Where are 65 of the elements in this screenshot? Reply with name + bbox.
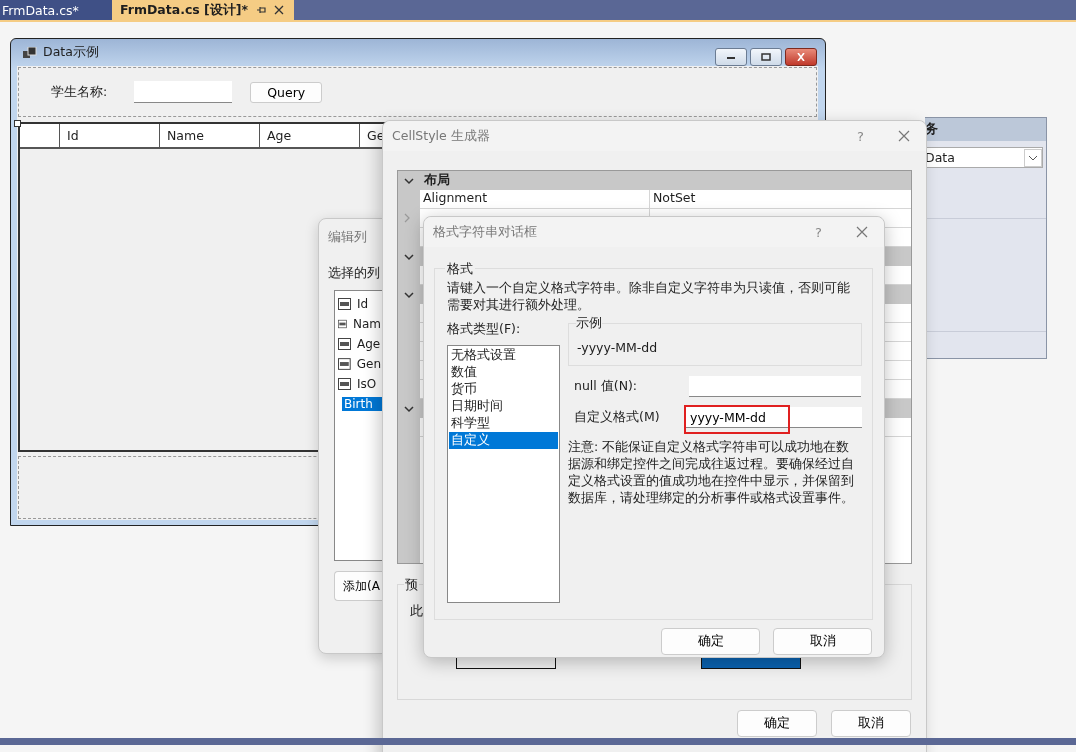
null-value-field[interactable] — [689, 376, 861, 397]
chevron-icon[interactable] — [404, 404, 414, 413]
close-button[interactable] — [785, 48, 817, 66]
name-field[interactable] — [134, 81, 233, 103]
chevron-icon[interactable] — [404, 252, 414, 261]
cancel-button[interactable]: 取消 — [831, 710, 911, 737]
property-name: Alignment — [420, 190, 650, 208]
query-button[interactable]: Query — [250, 81, 323, 103]
list-item[interactable]: 科学型 — [449, 415, 558, 432]
group-label: 预 — [404, 577, 419, 594]
window-title: Data示例 — [43, 44, 99, 61]
column-item[interactable]: Age — [355, 337, 383, 351]
minimize-icon[interactable] — [726, 54, 736, 60]
column-item[interactable]: Gen — [354, 357, 383, 371]
list-item[interactable]: 货币 — [449, 381, 558, 398]
text-column-icon — [338, 378, 351, 390]
close-icon[interactable] — [856, 226, 868, 238]
column-item[interactable]: IsO — [355, 377, 379, 391]
text-column-icon — [338, 338, 351, 350]
group-label: 格式 — [445, 261, 475, 278]
list-item[interactable]: 无格式设置 — [449, 347, 558, 364]
field-label: 学生名称: — [51, 83, 108, 101]
close-icon[interactable] — [274, 5, 285, 15]
dialog-title: CellStyle 生成器 — [392, 127, 490, 145]
column-item[interactable]: Id — [355, 297, 371, 311]
text-column-icon — [338, 318, 347, 330]
column-header[interactable]: Age — [260, 124, 360, 147]
minimize-button[interactable] — [715, 48, 747, 66]
document-tab[interactable]: FrmData.cs* — [0, 0, 112, 20]
preview-text: 此 — [410, 603, 423, 620]
list-item[interactable]: 自定义 — [449, 432, 558, 449]
form-icon — [23, 46, 37, 59]
group-label: 示例 — [576, 315, 602, 332]
custom-format-field[interactable]: yyyy-MM-dd — [685, 407, 862, 428]
chevron-down-icon[interactable] — [1024, 148, 1042, 167]
property-value[interactable]: NotSet — [650, 190, 696, 208]
column-header[interactable]: Id — [60, 124, 160, 147]
list-item[interactable]: 数值 — [449, 364, 558, 381]
list-item[interactable]: 日期时间 — [449, 398, 558, 415]
dialog-title: 编辑列 — [328, 229, 368, 246]
close-icon[interactable] — [898, 130, 910, 142]
category-label: 布局 — [424, 172, 450, 189]
chevron-icon[interactable] — [404, 176, 414, 185]
dialog-title: 格式字符串对话框 — [433, 223, 537, 241]
description-text: 请键入一个自定义格式字符串。除非自定义字符串为只读值，否则可能需要对其进行额外处理。 — [447, 279, 851, 313]
document-tab[interactable]: FrmData.cs [设计]* — [112, 0, 295, 20]
note-text: 注意: 不能保证自定义格式字符串可以成功地在数据源和绑定控件之间完成往返过程。要确保经过自定义格式设置的值成功地在控件中显示，并保留到数据库，请处理绑定的分析事件或格式设置事件。 — [568, 438, 855, 506]
pin-icon[interactable] — [256, 5, 267, 15]
list-label: 选择的列 — [328, 265, 381, 282]
column-header[interactable]: Name — [160, 124, 260, 147]
field-label: 自定义格式(M) — [573, 409, 661, 426]
resize-handle[interactable] — [14, 120, 21, 127]
text-column-icon — [338, 358, 351, 370]
field-label: 格式类型(F): — [447, 321, 522, 338]
ok-button[interactable]: 确定 — [661, 628, 760, 655]
cancel-button[interactable]: 取消 — [773, 628, 872, 655]
sample-text: -yyyy-MM-dd — [577, 340, 658, 355]
add-button[interactable]: 添加(A — [334, 571, 383, 601]
column-item[interactable]: Nam — [350, 317, 383, 331]
ok-button[interactable]: 确定 — [737, 710, 817, 737]
chevron-icon[interactable] — [404, 290, 414, 299]
maximize-icon[interactable] — [761, 53, 771, 61]
field-label: null 值(N): — [573, 378, 639, 395]
maximize-button[interactable] — [750, 48, 782, 66]
text-column-icon — [338, 298, 351, 310]
